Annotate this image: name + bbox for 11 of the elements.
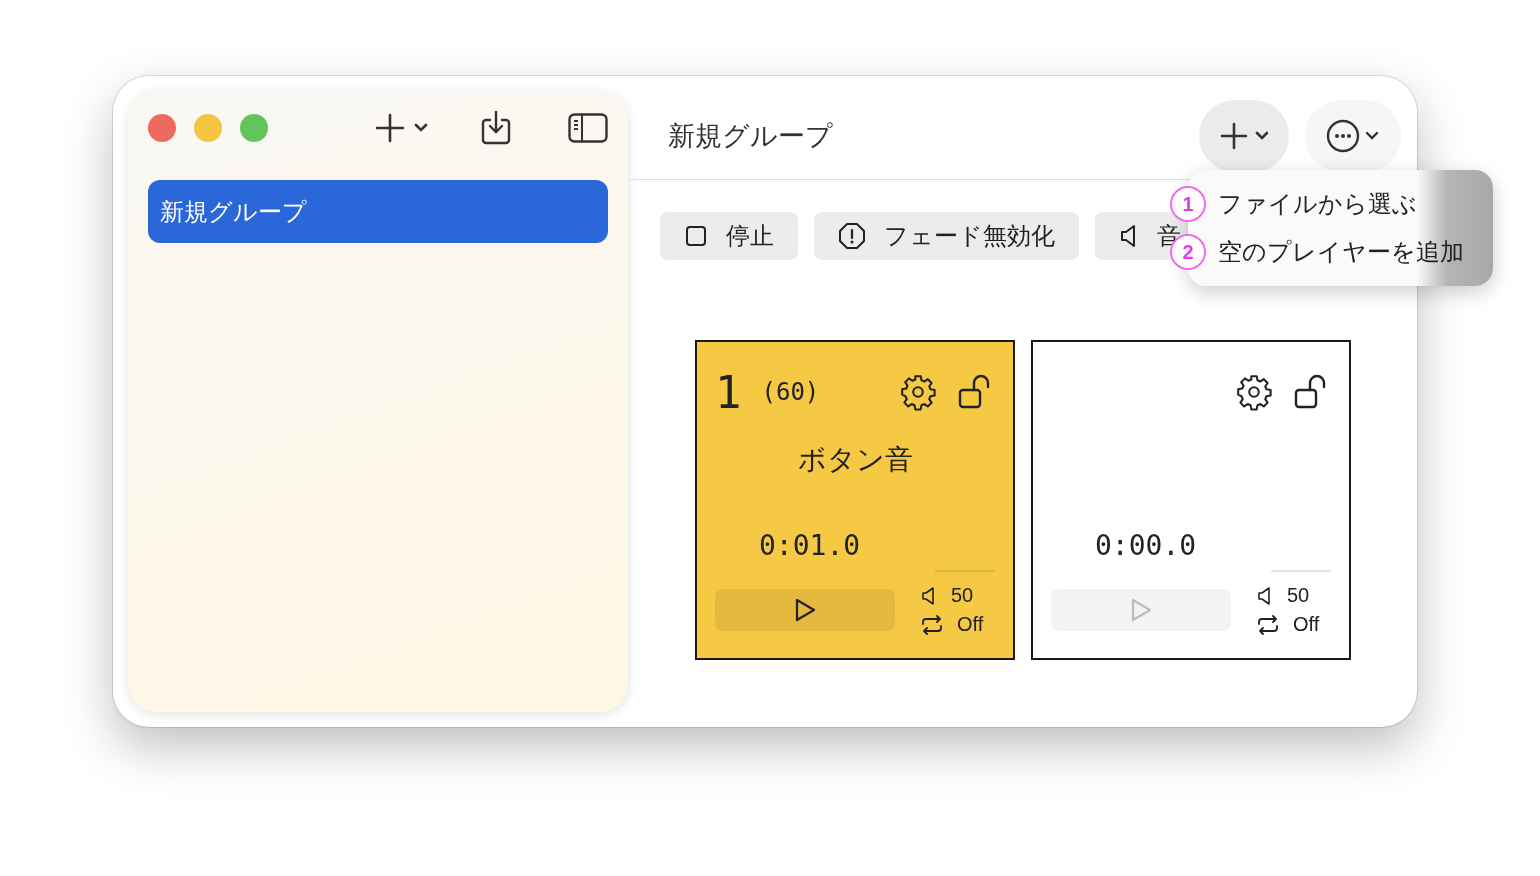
loop-value: Off bbox=[1293, 613, 1320, 636]
elapsed-time: 0:01.0 bbox=[759, 529, 861, 562]
step-marker: 1 bbox=[1170, 186, 1206, 222]
elapsed-time: 0:00.0 bbox=[1095, 529, 1197, 562]
sound-name: ボタン音 bbox=[797, 443, 913, 477]
window-title: 新規グループ bbox=[668, 119, 834, 153]
play-count: (60) bbox=[761, 378, 820, 406]
volume-value: 50 bbox=[951, 584, 974, 607]
loop-value: Off bbox=[957, 613, 984, 636]
player-number: 1 bbox=[715, 366, 742, 418]
volume-value: 50 bbox=[1287, 584, 1310, 607]
